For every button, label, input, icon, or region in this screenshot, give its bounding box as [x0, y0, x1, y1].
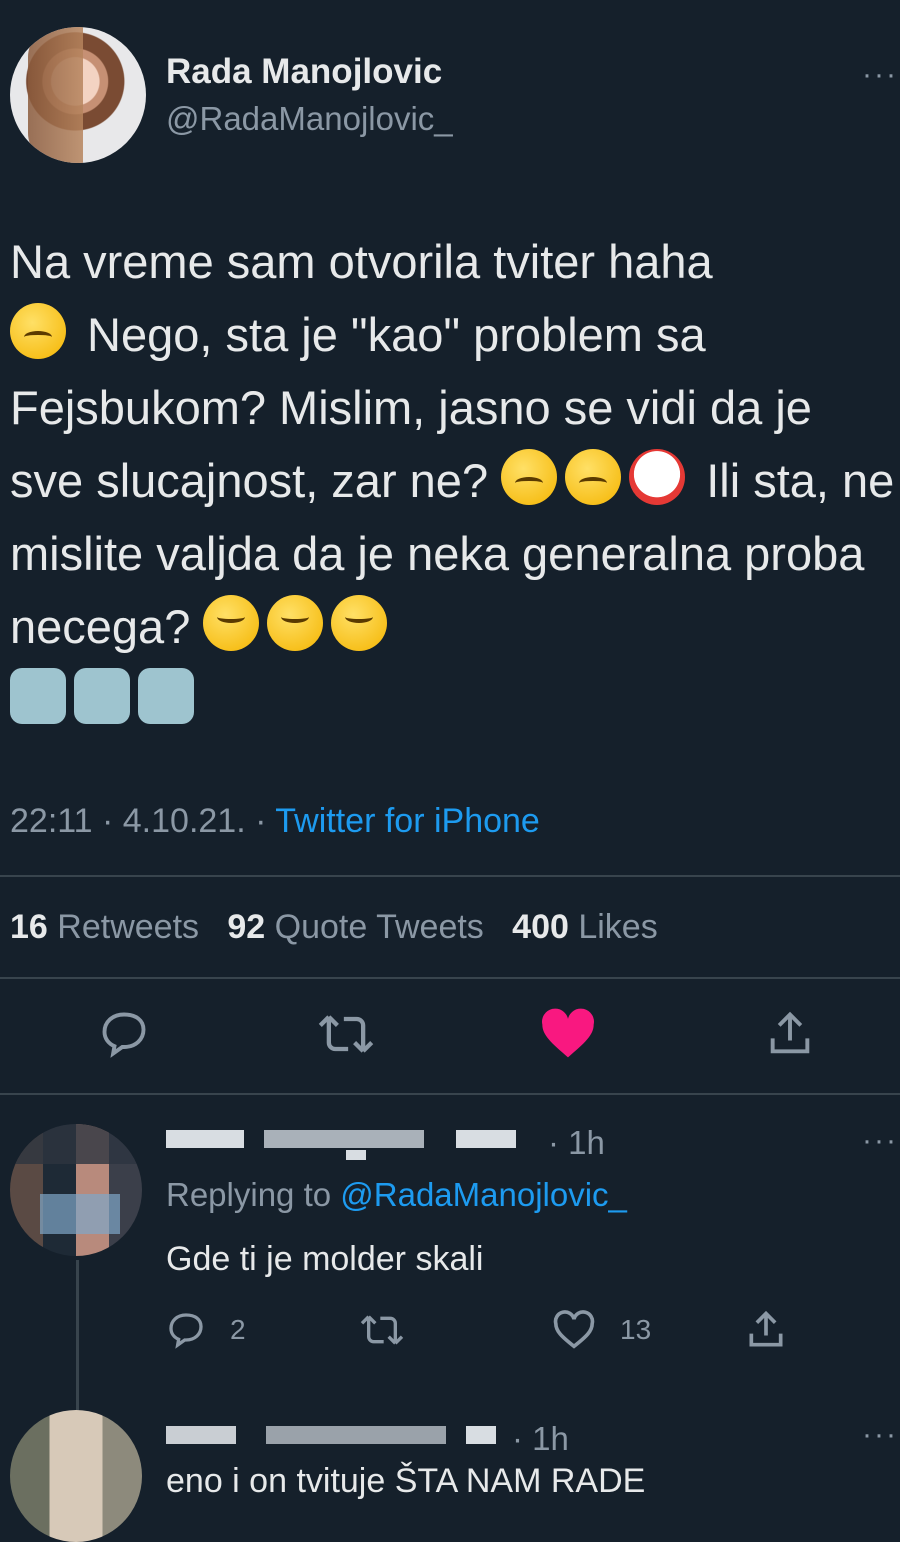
- divider: [0, 977, 900, 979]
- tweet-source-link[interactable]: Twitter for iPhone: [275, 802, 540, 840]
- reply-text: Gde ti je molder skali: [166, 1240, 484, 1278]
- tweet-text-part-2: Nego, sta je "kao" problem sa Fejsbukom?…: [10, 308, 812, 507]
- reply-time: · 1h: [548, 1124, 605, 1161]
- robot-face-emoji: [10, 668, 66, 724]
- reply-icon[interactable]: [98, 1008, 150, 1060]
- clown-face-emoji: [629, 449, 686, 505]
- author-handle[interactable]: @RadaManojlovic_: [166, 100, 453, 138]
- likes-stat[interactable]: 400 Likes: [512, 908, 658, 946]
- divider: [0, 875, 900, 877]
- upside-down-face-emoji: [267, 595, 324, 651]
- reply-avatar-pixelated[interactable]: [10, 1410, 142, 1542]
- reply-icon[interactable]: [166, 1310, 206, 1350]
- robot-face-emoji: [138, 668, 194, 724]
- like-icon[interactable]: [552, 1310, 596, 1350]
- rolling-on-floor-laughing-emoji: [501, 449, 558, 505]
- reply-count: 2: [230, 1314, 246, 1345]
- more-options-icon[interactable]: ···: [862, 58, 898, 92]
- retweet-icon[interactable]: [358, 1310, 406, 1350]
- replying-to-label: Replying to: [166, 1176, 341, 1213]
- robot-face-emoji: [74, 668, 130, 724]
- upside-down-face-emoji: [331, 595, 388, 651]
- author-avatar[interactable]: [10, 27, 146, 163]
- retweets-count: 16: [10, 908, 48, 946]
- retweet-icon[interactable]: [316, 1008, 376, 1060]
- retweets-label: Retweets: [57, 908, 200, 946]
- quotes-count: 92: [227, 908, 266, 946]
- tweet-timestamp: 22:11 · 4.10.21. ·: [10, 802, 276, 840]
- quote-tweets-stat[interactable]: 92 Quote Tweets: [227, 908, 483, 946]
- reply-text: eno i on tvituje ŠTA NAM RADE: [166, 1462, 646, 1500]
- author-name[interactable]: Rada Manojlovic: [166, 52, 442, 92]
- mention-link[interactable]: @RadaManojlovic_: [340, 1176, 627, 1213]
- likes-count: 400: [512, 908, 569, 946]
- quotes-label: Quote Tweets: [274, 908, 484, 946]
- tweet-stats: 16 Retweets 92 Quote Tweets 400 Likes: [10, 908, 658, 947]
- share-icon[interactable]: [764, 1008, 816, 1060]
- replying-to: Replying to @RadaManojlovic_: [166, 1176, 627, 1214]
- upside-down-face-emoji: [203, 595, 260, 651]
- more-options-icon[interactable]: ···: [862, 1418, 898, 1452]
- grimacing-face-emoji: [10, 303, 66, 359]
- redacted-username[interactable]: [166, 1420, 506, 1450]
- thread-line: [76, 1260, 79, 1420]
- woozy-face-emoji: [565, 449, 622, 505]
- reply-time: · 1h: [512, 1420, 569, 1457]
- tweet-text: Na vreme sam otvorila tviter haha Nego, …: [10, 225, 895, 736]
- tweet-meta: 22:11 · 4.10.21. · Twitter for iPhone: [10, 802, 540, 841]
- share-icon[interactable]: [744, 1308, 788, 1352]
- more-options-icon[interactable]: ···: [862, 1124, 898, 1158]
- redacted-username[interactable]: [166, 1126, 546, 1160]
- reply-avatar-pixelated[interactable]: [10, 1124, 142, 1256]
- likes-label: Likes: [578, 908, 658, 946]
- tweet-text-part-1: Na vreme sam otvorila tviter haha: [10, 235, 713, 288]
- retweets-stat[interactable]: 16 Retweets: [10, 908, 199, 946]
- divider: [0, 1093, 900, 1095]
- like-count: 13: [620, 1314, 652, 1345]
- tweet-action-bar: [0, 1008, 900, 1078]
- like-filled-icon[interactable]: [540, 1008, 596, 1060]
